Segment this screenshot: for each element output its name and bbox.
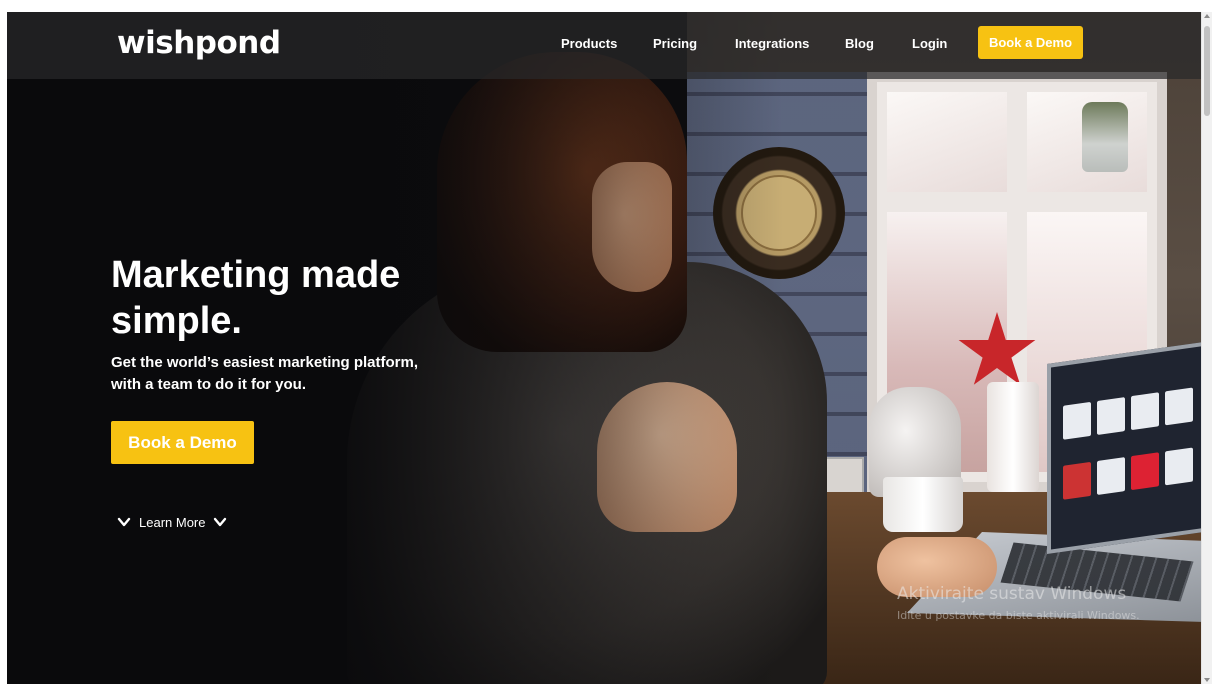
nav-integrations[interactable]: Integrations: [735, 36, 809, 51]
nav-products[interactable]: Products: [561, 36, 617, 51]
windows-activation-hint: Idite u postavke da biste aktivirali Win…: [897, 609, 1140, 622]
hero-book-demo-button[interactable]: Book a Demo: [111, 421, 254, 464]
chevron-down-icon: [214, 517, 227, 527]
nav-login[interactable]: Login: [912, 36, 947, 51]
top-navbar: wishpond Products Pricing Integrations B…: [7, 12, 1201, 79]
hero-subtitle: Get the world’s easiest marketing platfo…: [111, 354, 419, 393]
hero-headline: Marketing made simple.: [111, 254, 401, 342]
chevron-down-icon: [117, 517, 131, 527]
nav-blog[interactable]: Blog: [845, 36, 874, 51]
scroll-down-arrow-icon[interactable]: [1204, 678, 1210, 682]
nav-pricing[interactable]: Pricing: [653, 36, 697, 51]
vertical-scrollbar[interactable]: [1201, 12, 1212, 684]
nav-book-demo-button[interactable]: Book a Demo: [978, 26, 1083, 59]
learn-more-link[interactable]: Learn More: [117, 512, 227, 532]
windows-activation-watermark: Aktivirajte sustav Windows: [897, 584, 1127, 604]
scrollbar-thumb[interactable]: [1204, 26, 1210, 116]
browser-viewport: wishpond Products Pricing Integrations B…: [7, 12, 1201, 684]
wishpond-logo[interactable]: wishpond: [117, 25, 281, 61]
learn-more-label[interactable]: Learn More: [139, 515, 205, 530]
scroll-up-arrow-icon[interactable]: [1204, 14, 1210, 18]
